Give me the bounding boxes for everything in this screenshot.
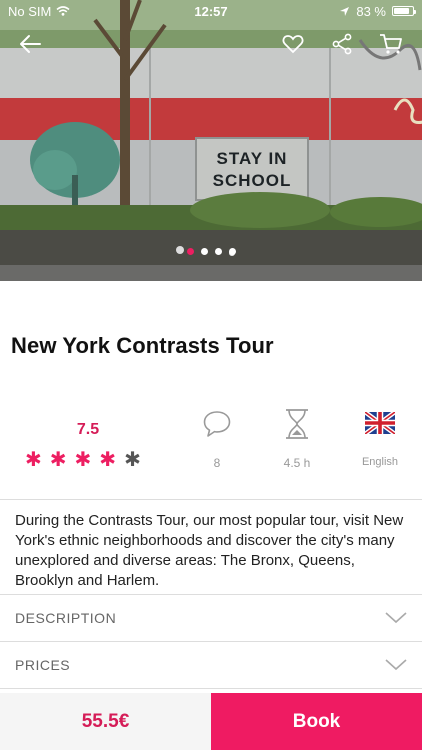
rating-value: 7.5 [76, 421, 100, 438]
description-section-toggle[interactable]: DESCRIPTION [0, 595, 422, 641]
prices-section-toggle[interactable]: PRICES [0, 642, 422, 688]
booking-footer: 55.5€ Book [0, 693, 422, 750]
tour-title: New York Contrasts Tour [11, 333, 274, 358]
tour-description: During the Contrasts Tour, our most popu… [15, 512, 404, 589]
duration-stat: 4.5 h [267, 405, 327, 470]
share-icon [332, 33, 352, 55]
prices-section-label: PRICES [15, 657, 71, 673]
speech-bubble-icon [203, 411, 231, 437]
divider [0, 499, 422, 500]
status-time: 12:57 [194, 3, 228, 19]
description-section-label: DESCRIPTION [15, 610, 117, 626]
rating-stars: ✱ ✱ ✱ ✱ ✱ [25, 449, 141, 471]
cart-icon [380, 34, 402, 54]
hourglass-icon [286, 409, 308, 439]
favorite-button[interactable] [279, 30, 307, 58]
wall-text-line2: SCHOOL [213, 171, 292, 190]
chevron-down-icon [385, 659, 407, 671]
image-pager[interactable] [0, 248, 422, 255]
hero-photo: STAY IN SCHOOL [0, 0, 422, 281]
star-filled-icon: ✱ [74, 449, 92, 471]
back-button[interactable] [16, 30, 44, 58]
price-label: 55.5€ [0, 693, 211, 750]
star-filled-icon: ✱ [99, 449, 117, 471]
comments-stat[interactable]: 8 [187, 405, 247, 470]
wall-text-line1: STAY IN [217, 149, 288, 168]
language-value: English [361, 456, 399, 468]
share-button[interactable] [328, 30, 356, 58]
book-button[interactable]: Book [211, 693, 422, 750]
comments-count: 8 [213, 456, 221, 470]
pager-dot[interactable] [186, 248, 194, 255]
hero-image[interactable]: STAY IN SCHOOL [0, 0, 422, 281]
language-stat: English [350, 405, 410, 468]
tour-stats: 7.5 ✱ ✱ ✱ ✱ ✱ 8 4.5 h English [0, 405, 422, 485]
star-filled-icon: ✱ [49, 449, 67, 471]
duration-value: 4.5 h [283, 456, 311, 470]
battery-icon [392, 6, 416, 16]
status-bar: No SIM 12:57 83 % [0, 0, 422, 22]
cart-button[interactable] [377, 30, 405, 58]
pager-dot[interactable] [214, 248, 222, 255]
star-empty-icon: ✱ [124, 449, 141, 471]
uk-flag-icon [363, 410, 397, 436]
star-filled-icon: ✱ [25, 449, 42, 471]
pager-dot[interactable] [200, 248, 208, 255]
arrow-left-icon [20, 35, 41, 53]
chevron-down-icon [385, 612, 407, 624]
pager-dot[interactable] [228, 248, 236, 255]
divider [0, 688, 422, 689]
heart-icon [282, 35, 304, 54]
